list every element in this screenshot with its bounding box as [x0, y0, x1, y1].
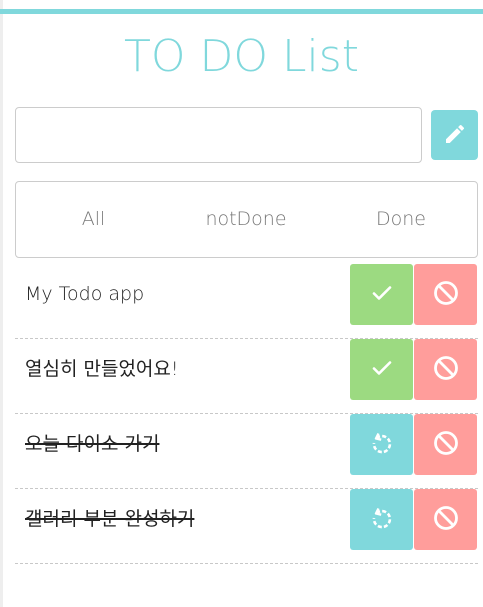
- todo-text: 갤러리 부분 완성하기: [25, 508, 195, 530]
- undo-icon: [369, 505, 395, 535]
- block-icon: [432, 429, 460, 461]
- todo-item: 갤러리 부분 완성하기: [15, 489, 478, 564]
- tab-all[interactable]: All: [46, 182, 141, 257]
- todo-input[interactable]: [15, 107, 422, 163]
- todo-text: My Todo app: [25, 283, 145, 305]
- restore-button[interactable]: [350, 414, 413, 475]
- block-icon: [432, 279, 460, 311]
- delete-button[interactable]: [414, 414, 477, 475]
- restore-button[interactable]: [350, 489, 413, 550]
- block-icon: [432, 354, 460, 386]
- complete-button[interactable]: [350, 339, 413, 400]
- delete-button[interactable]: [414, 339, 477, 400]
- check-icon: [370, 356, 394, 384]
- filter-tabs: All notDone Done: [15, 181, 478, 258]
- undo-icon: [369, 430, 395, 460]
- tab-notdone[interactable]: notDone: [191, 182, 301, 257]
- pencil-icon: [443, 122, 467, 149]
- top-accent-bar: [0, 9, 483, 14]
- todo-text: 오늘 다이소 가기: [25, 433, 160, 455]
- todo-text: 열심히 만들었어요!: [25, 358, 179, 380]
- check-icon: [370, 281, 394, 309]
- todo-item: My Todo app: [15, 264, 478, 339]
- tab-done[interactable]: Done: [361, 182, 441, 257]
- block-icon: [432, 504, 460, 536]
- complete-button[interactable]: [350, 264, 413, 325]
- todo-item: 열심히 만들었어요!: [15, 339, 478, 414]
- add-todo-button[interactable]: [431, 110, 478, 160]
- delete-button[interactable]: [414, 264, 477, 325]
- page-title: TO DO List: [124, 31, 359, 82]
- todo-item: 오늘 다이소 가기: [15, 414, 478, 489]
- delete-button[interactable]: [414, 489, 477, 550]
